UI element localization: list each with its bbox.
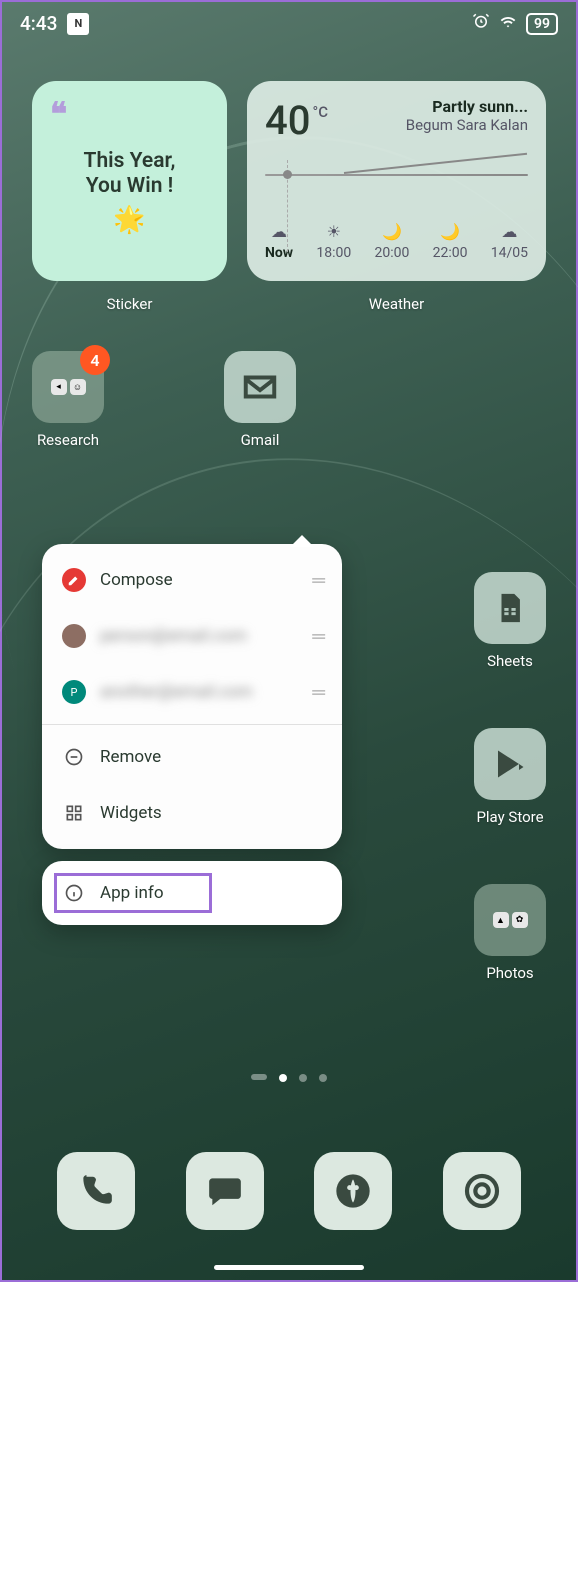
alarm-icon [472,12,490,35]
sun-icon: 🌟 [48,205,211,235]
compose-icon [62,568,86,592]
widgets-icon [62,801,86,825]
quote-icon: ❝ [50,95,67,133]
menu-account-2[interactable]: P another@email.com ═ [42,664,342,720]
drag-handle-icon: ═ [312,682,322,703]
menu-remove[interactable]: Remove [42,729,342,785]
remove-icon [62,745,86,769]
drag-handle-icon: ═ [312,570,322,591]
account-email: person@email.com [100,626,247,646]
notification-icon: N [67,13,89,35]
dock-messages[interactable] [186,1152,264,1230]
home-screen: ❝ This Year, You Win ! 🌟 40°C Partly sun… [2,41,576,449]
popup-arrow [290,535,314,547]
dock-browser[interactable] [314,1152,392,1230]
weather-widget[interactable]: 40°C Partly sunn... Begum Sara Kalan ☁No… [247,81,546,281]
sticker-text: This Year, You Win ! [48,149,211,199]
playstore-icon [474,728,546,800]
folder-research[interactable]: ◂ ☺ 4 Research [32,351,104,449]
divider [42,724,342,725]
dock-camera[interactable] [443,1152,521,1230]
badge-count: 4 [80,345,110,375]
gmail-icon [224,351,296,423]
status-time: 4:43 [20,12,57,35]
highlight-box [54,873,212,913]
menu-account-1[interactable]: person@email.com ═ [42,608,342,664]
dock [2,1152,576,1230]
app-sheets[interactable]: Sheets [474,572,546,670]
weather-location: Begum Sara Kalan [406,116,528,134]
avatar-icon: P [62,680,86,704]
battery-indicator: 99 [526,13,558,35]
dock-phone[interactable] [57,1152,135,1230]
weather-label: Weather [247,295,546,313]
menu-widgets[interactable]: Widgets [42,785,342,841]
folder-photos[interactable]: ▲ ✿ Photos [474,884,546,982]
avatar-icon [62,624,86,648]
sticker-widget[interactable]: ❝ This Year, You Win ! 🌟 [32,81,227,281]
menu-compose[interactable]: Compose ═ [42,552,342,608]
sticker-label: Sticker [32,295,227,313]
weather-graph [265,160,528,212]
home-indicator[interactable] [214,1265,364,1270]
status-bar: 4:43 N 99 [2,2,576,41]
weather-temperature: 40°C [265,97,328,144]
wifi-icon [498,12,518,35]
app-gmail[interactable]: Gmail [224,351,296,449]
drag-handle-icon: ═ [312,626,322,647]
weather-timeline: ☁Now ☀18:00 🌙20:00 🌙22:00 ☁14/05 [265,222,528,261]
weather-condition: Partly sunn... [406,97,528,116]
menu-app-info[interactable]: App info [42,861,342,925]
sheets-icon [474,572,546,644]
page-indicator[interactable] [2,1074,576,1082]
app-playstore[interactable]: Play Store [474,728,546,826]
account-email: another@email.com [100,682,253,702]
context-menu: Compose ═ person@email.com ═ P another@e… [42,544,342,925]
